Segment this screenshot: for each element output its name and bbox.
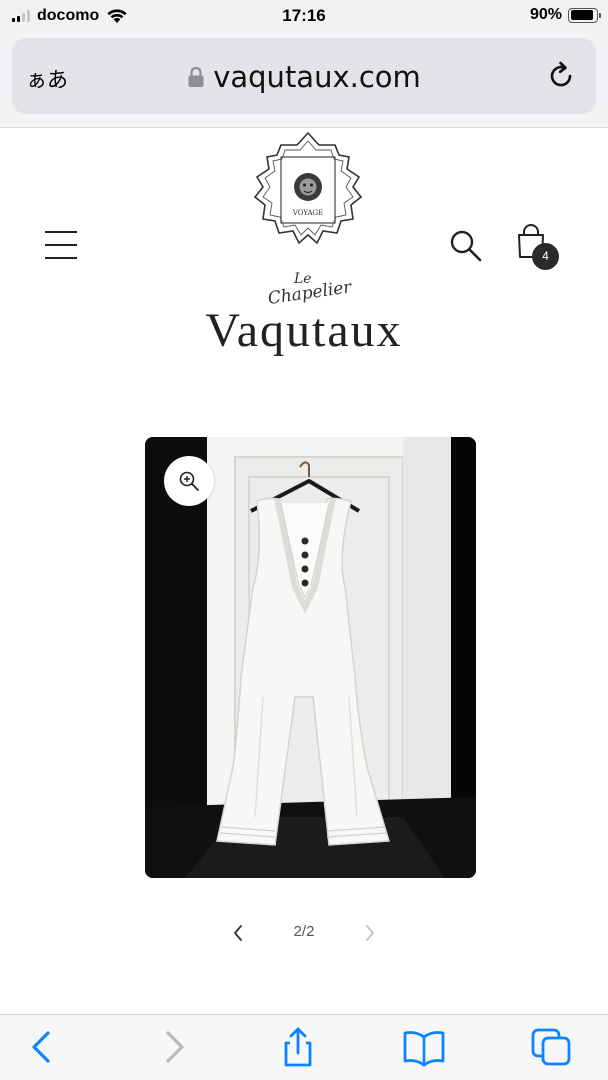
cart-count-badge[interactable]: 4 (532, 243, 559, 270)
url-display[interactable]: vaqutaux.com (12, 60, 596, 94)
bookmarks-icon[interactable] (402, 1027, 446, 1067)
browser-toolbar (0, 1014, 608, 1080)
reload-icon[interactable] (546, 60, 578, 92)
pager-next-icon[interactable] (362, 922, 378, 944)
battery-icon (568, 7, 601, 23)
address-bar[interactable]: ぁあ vaqutaux.com (12, 38, 596, 114)
site-header: VOYAGE Le Chapelier Vaqutaux 4 (0, 129, 608, 389)
logo-emblem[interactable]: VOYAGE (253, 131, 363, 259)
image-pager: 2/2 (0, 918, 608, 948)
zoom-button[interactable] (164, 456, 214, 506)
battery-percentage: 90% (529, 6, 562, 23)
logo-wordmark[interactable]: Vaqutaux (0, 303, 608, 358)
lock-icon (188, 66, 204, 87)
status-right: 90% (529, 6, 601, 24)
emblem-text: VOYAGE (292, 209, 324, 217)
status-bar: docomo 17:16 90% (0, 0, 608, 32)
pager-indicator: 2/2 (293, 923, 315, 940)
share-icon[interactable] (276, 1027, 320, 1067)
zoom-in-icon (179, 471, 199, 491)
clock: 17:16 (282, 6, 326, 25)
url-text: vaqutaux.com (213, 60, 421, 94)
back-icon[interactable] (20, 1027, 64, 1067)
search-icon[interactable] (449, 229, 483, 263)
forward-icon[interactable] (152, 1027, 196, 1067)
tabs-icon[interactable] (530, 1027, 574, 1067)
browser-address-area: ぁあ vaqutaux.com (0, 32, 608, 128)
battery-fill (570, 10, 593, 20)
hamburger-menu-icon[interactable] (45, 231, 77, 259)
